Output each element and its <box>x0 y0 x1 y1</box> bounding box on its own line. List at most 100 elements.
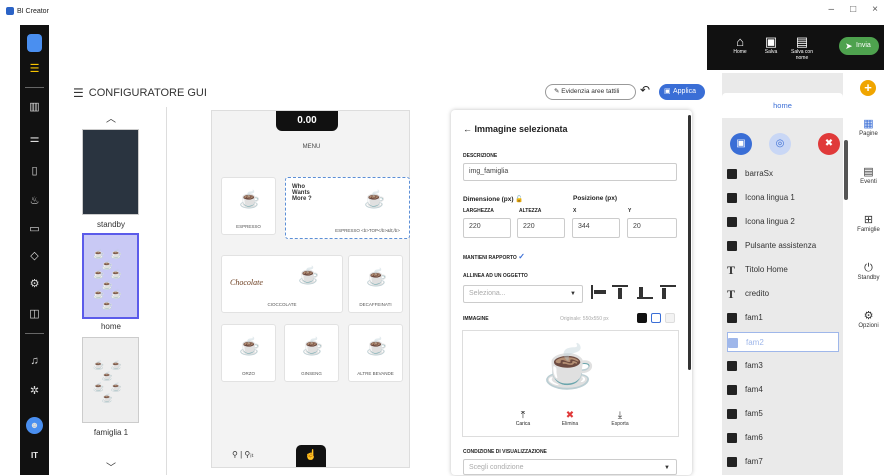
y-input[interactable]: 20 <box>627 218 677 238</box>
page-thumb-standby[interactable] <box>82 129 139 215</box>
layer-item[interactable]: fam7 <box>727 452 839 472</box>
image-layer-icon <box>727 457 737 467</box>
delete-layer-icon[interactable]: ✖ <box>818 133 840 155</box>
layer-item[interactable]: fam5 <box>727 404 839 424</box>
description-input[interactable]: img_famiglia <box>463 163 677 181</box>
layers-scrollbar[interactable] <box>844 140 848 200</box>
layers-home-tab[interactable]: home <box>722 93 843 118</box>
scroll-down-chevron-icon[interactable]: ﹀ <box>106 459 116 474</box>
panel-header[interactable]: ← Immagine selezionata <box>463 124 568 134</box>
tile-label: ALTRE BEVANDE <box>357 371 394 376</box>
layer-item[interactable]: Pulsante assistenza <box>727 236 839 256</box>
grid-icon[interactable]: ▥ <box>28 101 41 114</box>
tab-opzioni[interactable]: ⚙ Opzioni <box>853 309 884 329</box>
page-label-famiglia-1[interactable]: famiglia 1 <box>76 428 146 437</box>
tag-icon[interactable]: ◇ <box>28 250 41 263</box>
layer-label: fam1 <box>745 313 763 322</box>
send-button[interactable]: ➤ Invia <box>839 37 879 55</box>
white-swatch[interactable] <box>651 313 661 323</box>
gear-icon[interactable]: ⚙ <box>28 278 41 291</box>
layer-item[interactable]: Tcredito <box>727 284 839 304</box>
tile-heading: Who Wants More ? <box>292 184 312 202</box>
card-icon[interactable]: ▭ <box>28 223 41 236</box>
layer-item[interactable]: Icona lingua 1 <box>727 188 839 208</box>
left-rail: ☰ ▥ ⚌ ▯ ♨ ▭ ◇ ⚙ ◫ ♫ ✲ ☻ IT <box>20 25 49 475</box>
layer-item[interactable]: Icona lingua 2 <box>727 212 839 232</box>
layers-copy-icon[interactable]: ▣ <box>730 133 752 155</box>
tile-espresso-top[interactable]: Who Wants More ? ☕ ESPRESSO <b>TOP</b>&l… <box>285 177 410 239</box>
transparent-swatch[interactable] <box>665 313 675 323</box>
tab-standby[interactable]: ⏻ Standby <box>853 261 884 281</box>
menu-list-icon[interactable]: ☰ <box>28 63 41 76</box>
layer-item[interactable]: fam2 <box>727 332 839 352</box>
align-right-icon[interactable] <box>660 285 676 299</box>
apply-button[interactable]: ▣ Applica <box>659 84 705 100</box>
height-input[interactable]: 220 <box>517 218 565 238</box>
tile-decaffeinati[interactable]: ☕ DECAFFEINATI <box>348 255 403 313</box>
layer-item[interactable]: T Titolo Home <box>727 260 839 280</box>
position-label: Posizione (px) <box>573 195 618 202</box>
layer-item[interactable]: fam4 <box>727 380 839 400</box>
layer-item[interactable]: fam1 <box>727 308 839 328</box>
layer-item[interactable]: barraSx <box>727 164 839 184</box>
panel-scrollbar[interactable] <box>688 115 691 370</box>
tab-famiglie[interactable]: ⊞ Famiglie <box>853 213 884 233</box>
language-label[interactable]: IT <box>28 449 41 462</box>
tab-pagine[interactable]: ▦ Pagine <box>853 117 884 137</box>
width-input[interactable]: 220 <box>463 218 511 238</box>
scroll-up-chevron-icon[interactable]: ︿ <box>106 110 116 125</box>
tile-orzo[interactable]: ☕ ORZO <box>221 324 276 382</box>
x-input[interactable]: 344 <box>572 218 620 238</box>
sliders-icon[interactable]: ⚌ <box>28 133 41 146</box>
user-icon[interactable]: ☻ <box>26 417 43 434</box>
align-left-icon[interactable] <box>591 285 607 299</box>
checkmark-icon[interactable]: ✓ <box>518 252 525 261</box>
home-button[interactable]: ⌂ Home <box>725 35 755 56</box>
tile-ginseng[interactable]: ☕ GINSENG <box>284 324 339 382</box>
network-icon[interactable]: ✲ <box>28 385 41 398</box>
phone-icon[interactable]: ▯ <box>28 165 41 178</box>
page-label-home[interactable]: home <box>76 322 146 331</box>
lock-icon[interactable]: 🔓 <box>515 196 523 203</box>
bi-logo-icon[interactable] <box>27 34 42 52</box>
language-icons[interactable]: ⚲ | ⚲ᵢₜ <box>232 450 254 459</box>
align-top-icon[interactable] <box>612 285 628 299</box>
condition-select[interactable]: Scegli condizione ▼ <box>463 459 677 475</box>
screen-edit-icon[interactable]: ◫ <box>28 308 41 321</box>
export-button[interactable]: ⤓ Esporta <box>602 410 638 427</box>
page-thumb-home[interactable]: ☕☕☕ ☕☕☕ ☕☕☕ <box>82 233 139 319</box>
tile-espresso[interactable]: ☕ ESPRESSO <box>221 177 276 235</box>
layer-item[interactable]: fam6 <box>727 428 839 448</box>
image-layer-icon <box>727 433 737 443</box>
upload-button[interactable]: ⤒ Carica <box>505 410 541 427</box>
back-arrow-icon[interactable]: ← <box>463 124 475 134</box>
tile-cioccolate[interactable]: Chocolate ☕ CIOCCOLATE <box>221 255 343 313</box>
maximize-button[interactable]: □ <box>850 4 856 15</box>
layer-item[interactable]: fam3 <box>727 356 839 376</box>
close-window-button[interactable]: × <box>872 4 878 15</box>
page-thumb-famiglia-1[interactable]: ☕☕☕ ☕☕☕ <box>82 337 139 423</box>
save-button[interactable]: ▣ Salva <box>756 34 786 56</box>
align-select[interactable]: Seleziona... ▼ <box>463 285 583 303</box>
tile-label: ESPRESSO <box>236 224 261 229</box>
hide-eye-icon[interactable]: ◎ <box>769 133 791 155</box>
undo-icon[interactable]: ↶ <box>640 83 650 97</box>
tile-altre-bevande[interactable]: ☕ ALTRE BEVANDE <box>348 324 403 382</box>
configurator-title: CONFIGURATORE GUI <box>88 87 207 99</box>
align-bottom-icon[interactable] <box>637 285 653 299</box>
save-as-button[interactable]: ▤ Salva con nome <box>787 35 817 62</box>
minimize-button[interactable]: – <box>829 4 835 15</box>
black-swatch[interactable] <box>637 313 647 323</box>
add-icon[interactable]: + <box>860 80 876 96</box>
dropdown-arrow-icon: ▼ <box>664 465 670 471</box>
save-icon: ▣ <box>764 34 778 49</box>
highlight-touch-areas-button[interactable]: ✎ Evidenzia aree tattili <box>545 84 636 100</box>
cup-icon[interactable]: ♨ <box>28 195 41 208</box>
bell-icon[interactable]: ♫ <box>28 355 41 368</box>
layer-label: Pulsante assistenza <box>745 241 817 250</box>
hamburger-icon[interactable]: ☰ <box>73 86 84 100</box>
page-label-standby[interactable]: standby <box>76 220 146 229</box>
assistance-button-icon[interactable]: ☝ <box>296 445 326 467</box>
delete-button[interactable]: ✖ Elimina <box>552 410 588 427</box>
tab-eventi[interactable]: ▤ Eventi <box>853 165 884 185</box>
